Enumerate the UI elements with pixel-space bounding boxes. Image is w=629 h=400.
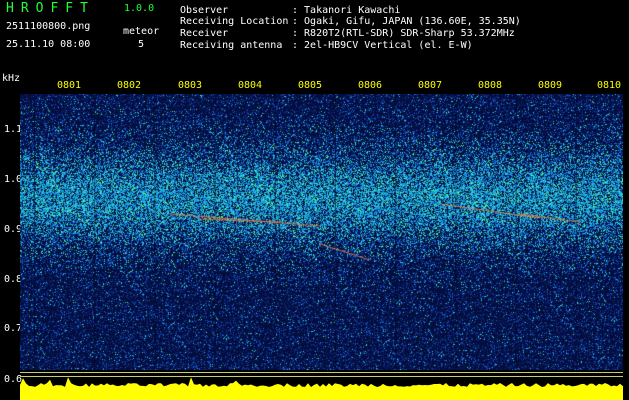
signal-level-bar: [20, 372, 623, 400]
file-name: 2511100800.png: [6, 21, 91, 32]
receiver-label: Receiver: [180, 28, 229, 39]
hrofft-display: HROFFT 1.0.0 2511100800.png 25.11.10 08:…: [0, 0, 629, 400]
meteor-count-value: 5: [138, 39, 145, 50]
x-tick-label: 0807: [418, 80, 443, 91]
receiver-value: : R820T2(RTL-SDR) SDR-Sharp 53.372MHz: [292, 28, 515, 39]
level-fill: [20, 377, 623, 400]
app-version: 1.0.0: [124, 3, 155, 14]
marker-line: [20, 372, 623, 373]
x-tick-label: 0806: [358, 80, 383, 91]
timestamp: 25.11.10 08:00: [6, 39, 91, 50]
x-tick-label: 0802: [117, 80, 142, 91]
y-axis-unit: kHz: [2, 73, 21, 84]
app-logo: HROFFT: [6, 1, 95, 16]
observer-label: Observer: [180, 5, 229, 16]
antenna-value: : 2el-HB9CV Vertical (el. E-W): [292, 40, 473, 51]
x-tick-label: 0801: [57, 80, 82, 91]
x-tick-label: 0805: [298, 80, 323, 91]
meteor-count-label: meteor: [123, 26, 160, 37]
location-label: Receiving Location: [180, 16, 289, 27]
antenna-label: Receiving antenna: [180, 40, 283, 51]
spectrogram: [20, 94, 623, 370]
observer-value: : Takanori Kawachi: [292, 5, 401, 16]
x-tick-label: 0809: [538, 80, 563, 91]
marker-line: [20, 376, 623, 377]
x-tick-label: 0804: [238, 80, 263, 91]
x-tick-label: 0810: [597, 80, 622, 91]
x-tick-label: 0808: [478, 80, 503, 91]
x-tick-label: 0803: [178, 80, 203, 91]
location-value: : Ogaki, Gifu, JAPAN (136.60E, 35.35N): [292, 16, 521, 27]
